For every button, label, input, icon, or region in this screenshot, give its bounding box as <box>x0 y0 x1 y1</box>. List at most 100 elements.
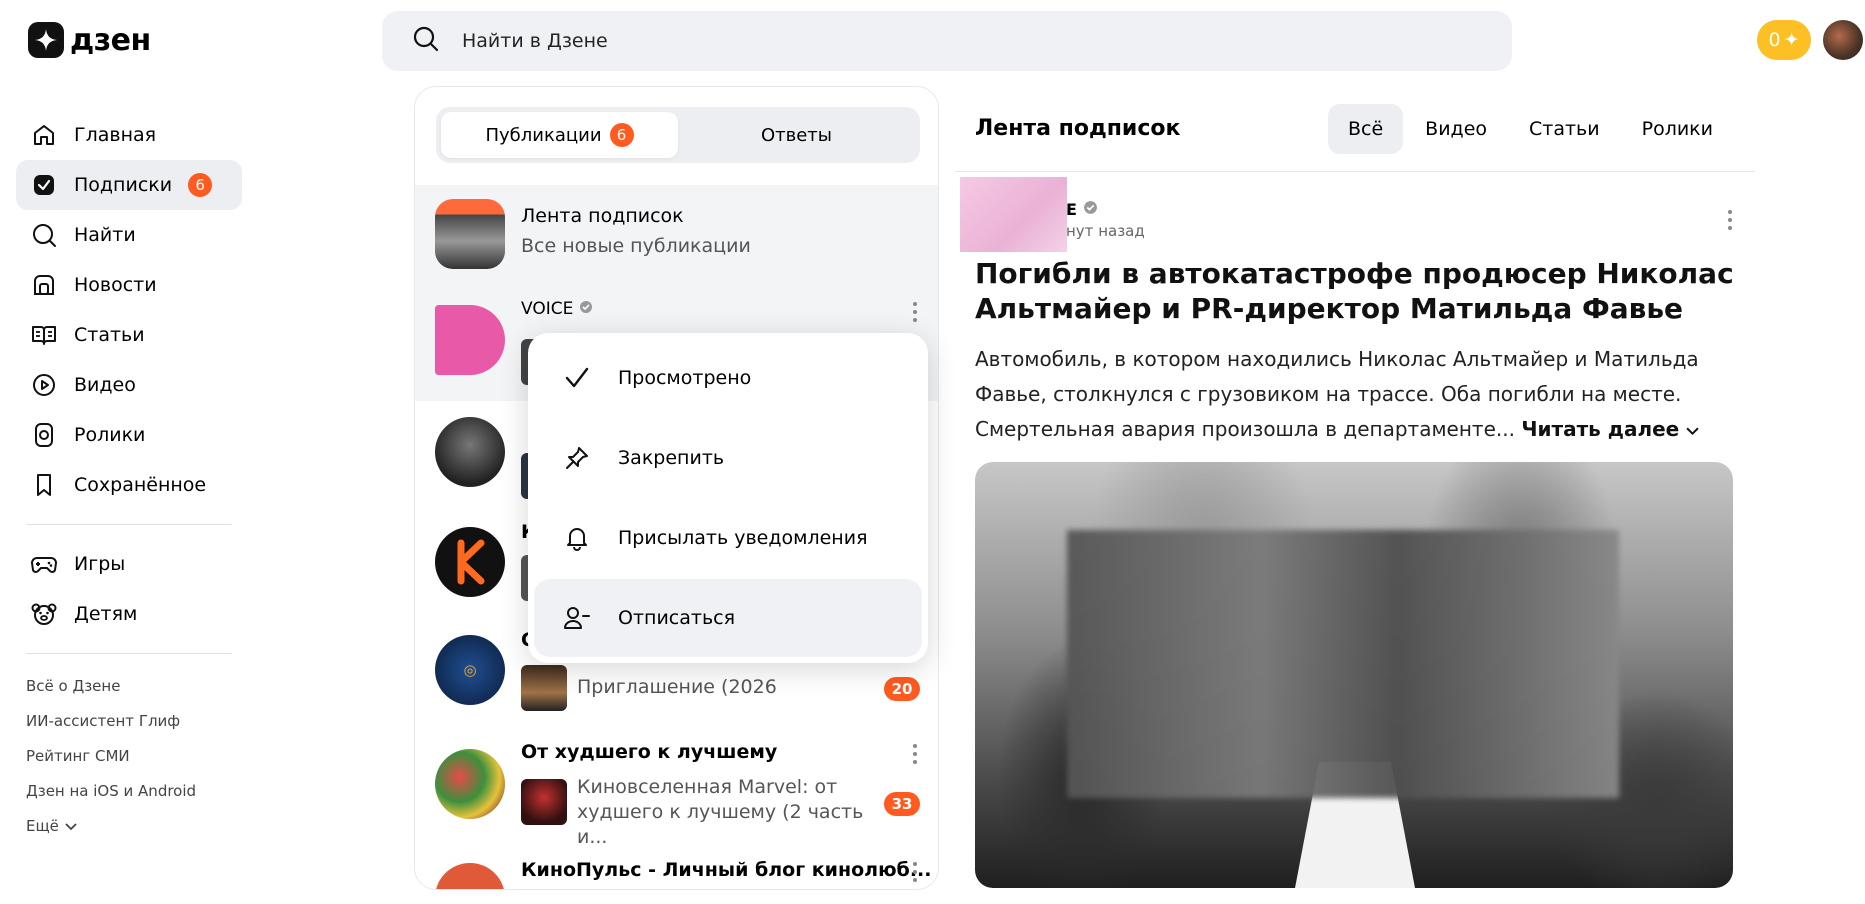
subscriptions-tabs: Публикации 6 Ответы <box>436 107 920 163</box>
sidebar-item-news[interactable]: Новости <box>16 260 242 310</box>
row-title: Лента подписок <box>521 205 684 227</box>
sidebar-item-label: Главная <box>74 124 157 146</box>
more-icon[interactable] <box>912 744 918 764</box>
search-bar[interactable] <box>382 11 1512 71</box>
sidebar-item-label: Детям <box>74 603 138 625</box>
menu-item-label: Закрепить <box>618 447 725 469</box>
sidebar-item-label: Сохранённое <box>74 474 207 496</box>
sidebar-item-label: Игры <box>74 553 126 575</box>
feed-title: Лента подписок <box>975 116 1181 141</box>
verified-icon <box>1083 200 1098 219</box>
tab-label: Ответы <box>760 124 833 146</box>
post-title[interactable]: Погибли в автокатастрофе продюсер Никола… <box>975 256 1735 326</box>
sidebar-item-label: Найти <box>74 224 136 246</box>
more-icon[interactable] <box>912 302 918 322</box>
row-preview: Киновселенная Marvel: от худшего к лучше… <box>577 776 864 848</box>
footer-link-media-rating[interactable]: Рейтинг СМИ <box>26 738 242 773</box>
sidebar-item-games[interactable]: Игры <box>16 539 242 589</box>
tab-publications[interactable]: Публикации 6 <box>441 112 678 158</box>
post-image[interactable] <box>975 462 1733 888</box>
user-avatar[interactable] <box>1823 20 1863 60</box>
post-author-avatar[interactable] <box>960 177 1067 252</box>
menu-item-unsubscribe[interactable]: Отписаться <box>534 579 922 657</box>
post-more-icon[interactable] <box>1727 210 1733 230</box>
unsubscribe-icon <box>562 603 592 633</box>
dzen-logo[interactable]: дзен <box>28 22 151 58</box>
list-item[interactable]: От худшего к лучшему Киновселенная Marve… <box>415 739 938 855</box>
sidebar-item-articles[interactable]: Статьи <box>16 310 242 360</box>
tab-articles[interactable]: Статьи <box>1509 104 1620 154</box>
menu-item-pin[interactable]: Закрепить <box>534 419 922 497</box>
list-item-feed[interactable]: Лента подписок Все новые публикации <box>415 185 938 285</box>
tab-answers[interactable]: Ответы <box>678 112 915 158</box>
channel-avatar <box>435 305 505 375</box>
footer-link-glif[interactable]: ИИ-ассистент Глиф <box>26 703 242 738</box>
post-author[interactable]: E <box>1066 200 1098 219</box>
chevron-down-icon <box>65 817 77 835</box>
feed-tabs: Всё Видео Статьи Ролики <box>1328 104 1733 154</box>
sparkle-icon: ✦ <box>1783 29 1800 51</box>
more-icon[interactable] <box>912 862 918 882</box>
row-preview: Приглашение (2026 <box>577 676 777 698</box>
coins-button[interactable]: 0 ✦ <box>1757 20 1811 60</box>
dzen-star-icon <box>28 22 64 58</box>
sidebar-item-search[interactable]: Найти <box>16 210 242 260</box>
channel-avatar <box>435 417 505 487</box>
menu-item-notifications[interactable]: Присылать уведомления <box>534 499 922 577</box>
search-icon <box>412 25 440 57</box>
sidebar-item-kids[interactable]: Детям <box>16 589 242 639</box>
post-time: нут назад <box>1066 222 1145 240</box>
read-more-label: Читать далее <box>1521 417 1680 441</box>
tab-video[interactable]: Видео <box>1405 104 1507 154</box>
articles-icon <box>30 321 58 349</box>
video-icon <box>30 371 58 399</box>
subscriptions-badge: 6 <box>188 173 213 197</box>
channel-avatar <box>435 527 505 597</box>
bear-icon <box>30 600 58 628</box>
post-thumbnail <box>521 779 567 825</box>
tab-all[interactable]: Всё <box>1328 104 1404 154</box>
menu-item-label: Просмотрено <box>618 367 752 389</box>
sidebar-item-shorts[interactable]: Ролики <box>16 410 242 460</box>
sidebar-item-home[interactable]: Главная <box>16 110 242 160</box>
news-icon <box>30 271 58 299</box>
tab-shorts[interactable]: Ролики <box>1622 104 1733 154</box>
footer-link-more[interactable]: Ещё <box>26 808 242 843</box>
menu-item-viewed[interactable]: Просмотрено <box>534 339 922 417</box>
sidebar-item-saved[interactable]: Сохранённое <box>16 460 242 510</box>
feed-header: Лента подписок Всё Видео Статьи Ролики <box>955 100 1755 172</box>
menu-item-label: Присылать уведомления <box>618 527 868 549</box>
sidebar-item-video[interactable]: Видео <box>16 360 242 410</box>
read-more-link[interactable]: Читать далее <box>1521 417 1699 441</box>
channel-avatar: ◎ <box>435 635 505 705</box>
search-input[interactable] <box>462 30 1362 52</box>
unread-count-badge: 33 <box>884 792 920 816</box>
row-title: КиноПульс - Личный блог кинолюб... <box>521 859 932 881</box>
sidebar-item-label: Новости <box>74 274 157 296</box>
coin-value: 0 <box>1768 29 1781 51</box>
author-name: E <box>1066 200 1077 219</box>
check-icon <box>562 363 592 393</box>
feed-avatar <box>435 199 505 269</box>
row-subtitle: Все новые публикации <box>521 235 751 257</box>
logo-text: дзен <box>70 22 151 58</box>
sidebar-item-label: Статьи <box>74 324 145 346</box>
pin-icon <box>562 443 592 473</box>
chevron-down-icon <box>1686 427 1699 436</box>
subscriptions-icon <box>30 171 58 199</box>
list-item[interactable]: КиноПульс - Личный блог кинолюб... <box>415 855 938 889</box>
more-label: Ещё <box>26 816 59 835</box>
shorts-icon <box>30 421 58 449</box>
channel-context-menu: Просмотрено Закрепить Присылать уведомле… <box>528 333 928 663</box>
channel-name: VOICE <box>521 299 574 319</box>
sidebar-divider <box>26 653 232 654</box>
sidebar-item-label: Ролики <box>74 424 146 446</box>
unread-count-badge: 20 <box>884 677 920 701</box>
sidebar-item-subscriptions[interactable]: Подписки 6 <box>16 160 242 210</box>
footer-link-about[interactable]: Всё о Дзене <box>26 668 242 703</box>
channel-avatar <box>435 863 505 889</box>
row-title: От худшего к лучшему <box>521 741 778 763</box>
post-thumbnail <box>521 665 567 711</box>
footer-link-apps[interactable]: Дзен на iOS и Android <box>26 773 242 808</box>
bell-icon <box>562 523 592 553</box>
